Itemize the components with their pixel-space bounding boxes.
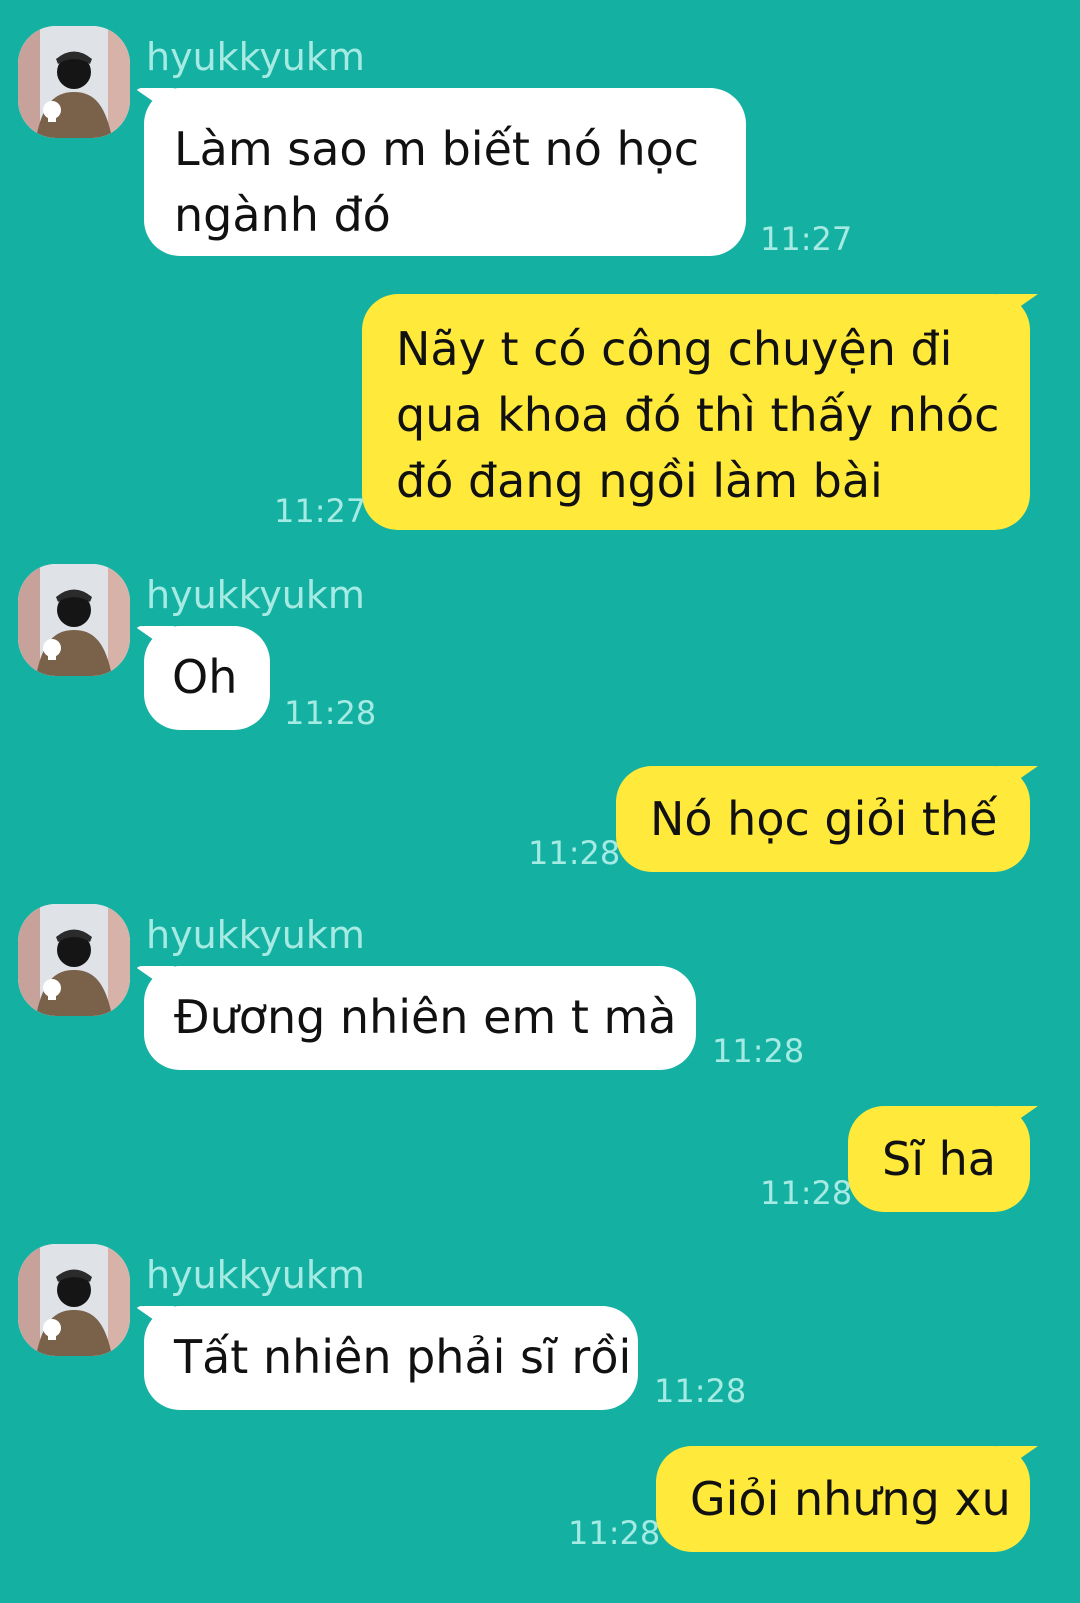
message-time: 11:28 (528, 834, 621, 872)
message-time: 11:27 (760, 220, 853, 258)
message-time: 11:28 (712, 1032, 805, 1070)
avatar[interactable] (18, 1244, 130, 1356)
message-time: 11:28 (654, 1372, 747, 1410)
sender-name: hyukkyukm (146, 913, 365, 957)
chat-thread: hyukkyukm Làm sao m biết nó học ngành đó… (0, 0, 1080, 1603)
message-time: 11:27 (274, 492, 367, 530)
message-bubble[interactable]: Nãy t có công chuyện đi qua khoa đó thì … (362, 294, 1030, 530)
message-bubble[interactable]: Oh (144, 626, 270, 730)
user-avatar-icon (18, 564, 130, 676)
message-time: 11:28 (284, 694, 377, 732)
avatar[interactable] (18, 564, 130, 676)
sender-name: hyukkyukm (146, 573, 365, 617)
message-bubble[interactable]: Làm sao m biết nó học ngành đó (144, 88, 746, 256)
message-bubble[interactable]: Nó học giỏi thế (616, 766, 1030, 872)
avatar[interactable] (18, 26, 130, 138)
message-time: 11:28 (568, 1514, 661, 1552)
user-avatar-icon (18, 26, 130, 138)
sender-name: hyukkyukm (146, 35, 365, 79)
avatar[interactable] (18, 904, 130, 1016)
message-time: 11:28 (760, 1174, 853, 1212)
message-bubble[interactable]: Giỏi nhưng xu (656, 1446, 1030, 1552)
message-bubble[interactable]: Tất nhiên phải sĩ rồi (144, 1306, 638, 1410)
message-bubble[interactable]: Đương nhiên em t mà (144, 966, 696, 1070)
sender-name: hyukkyukm (146, 1253, 365, 1297)
user-avatar-icon (18, 1244, 130, 1356)
message-bubble[interactable]: Sĩ ha (848, 1106, 1030, 1212)
user-avatar-icon (18, 904, 130, 1016)
